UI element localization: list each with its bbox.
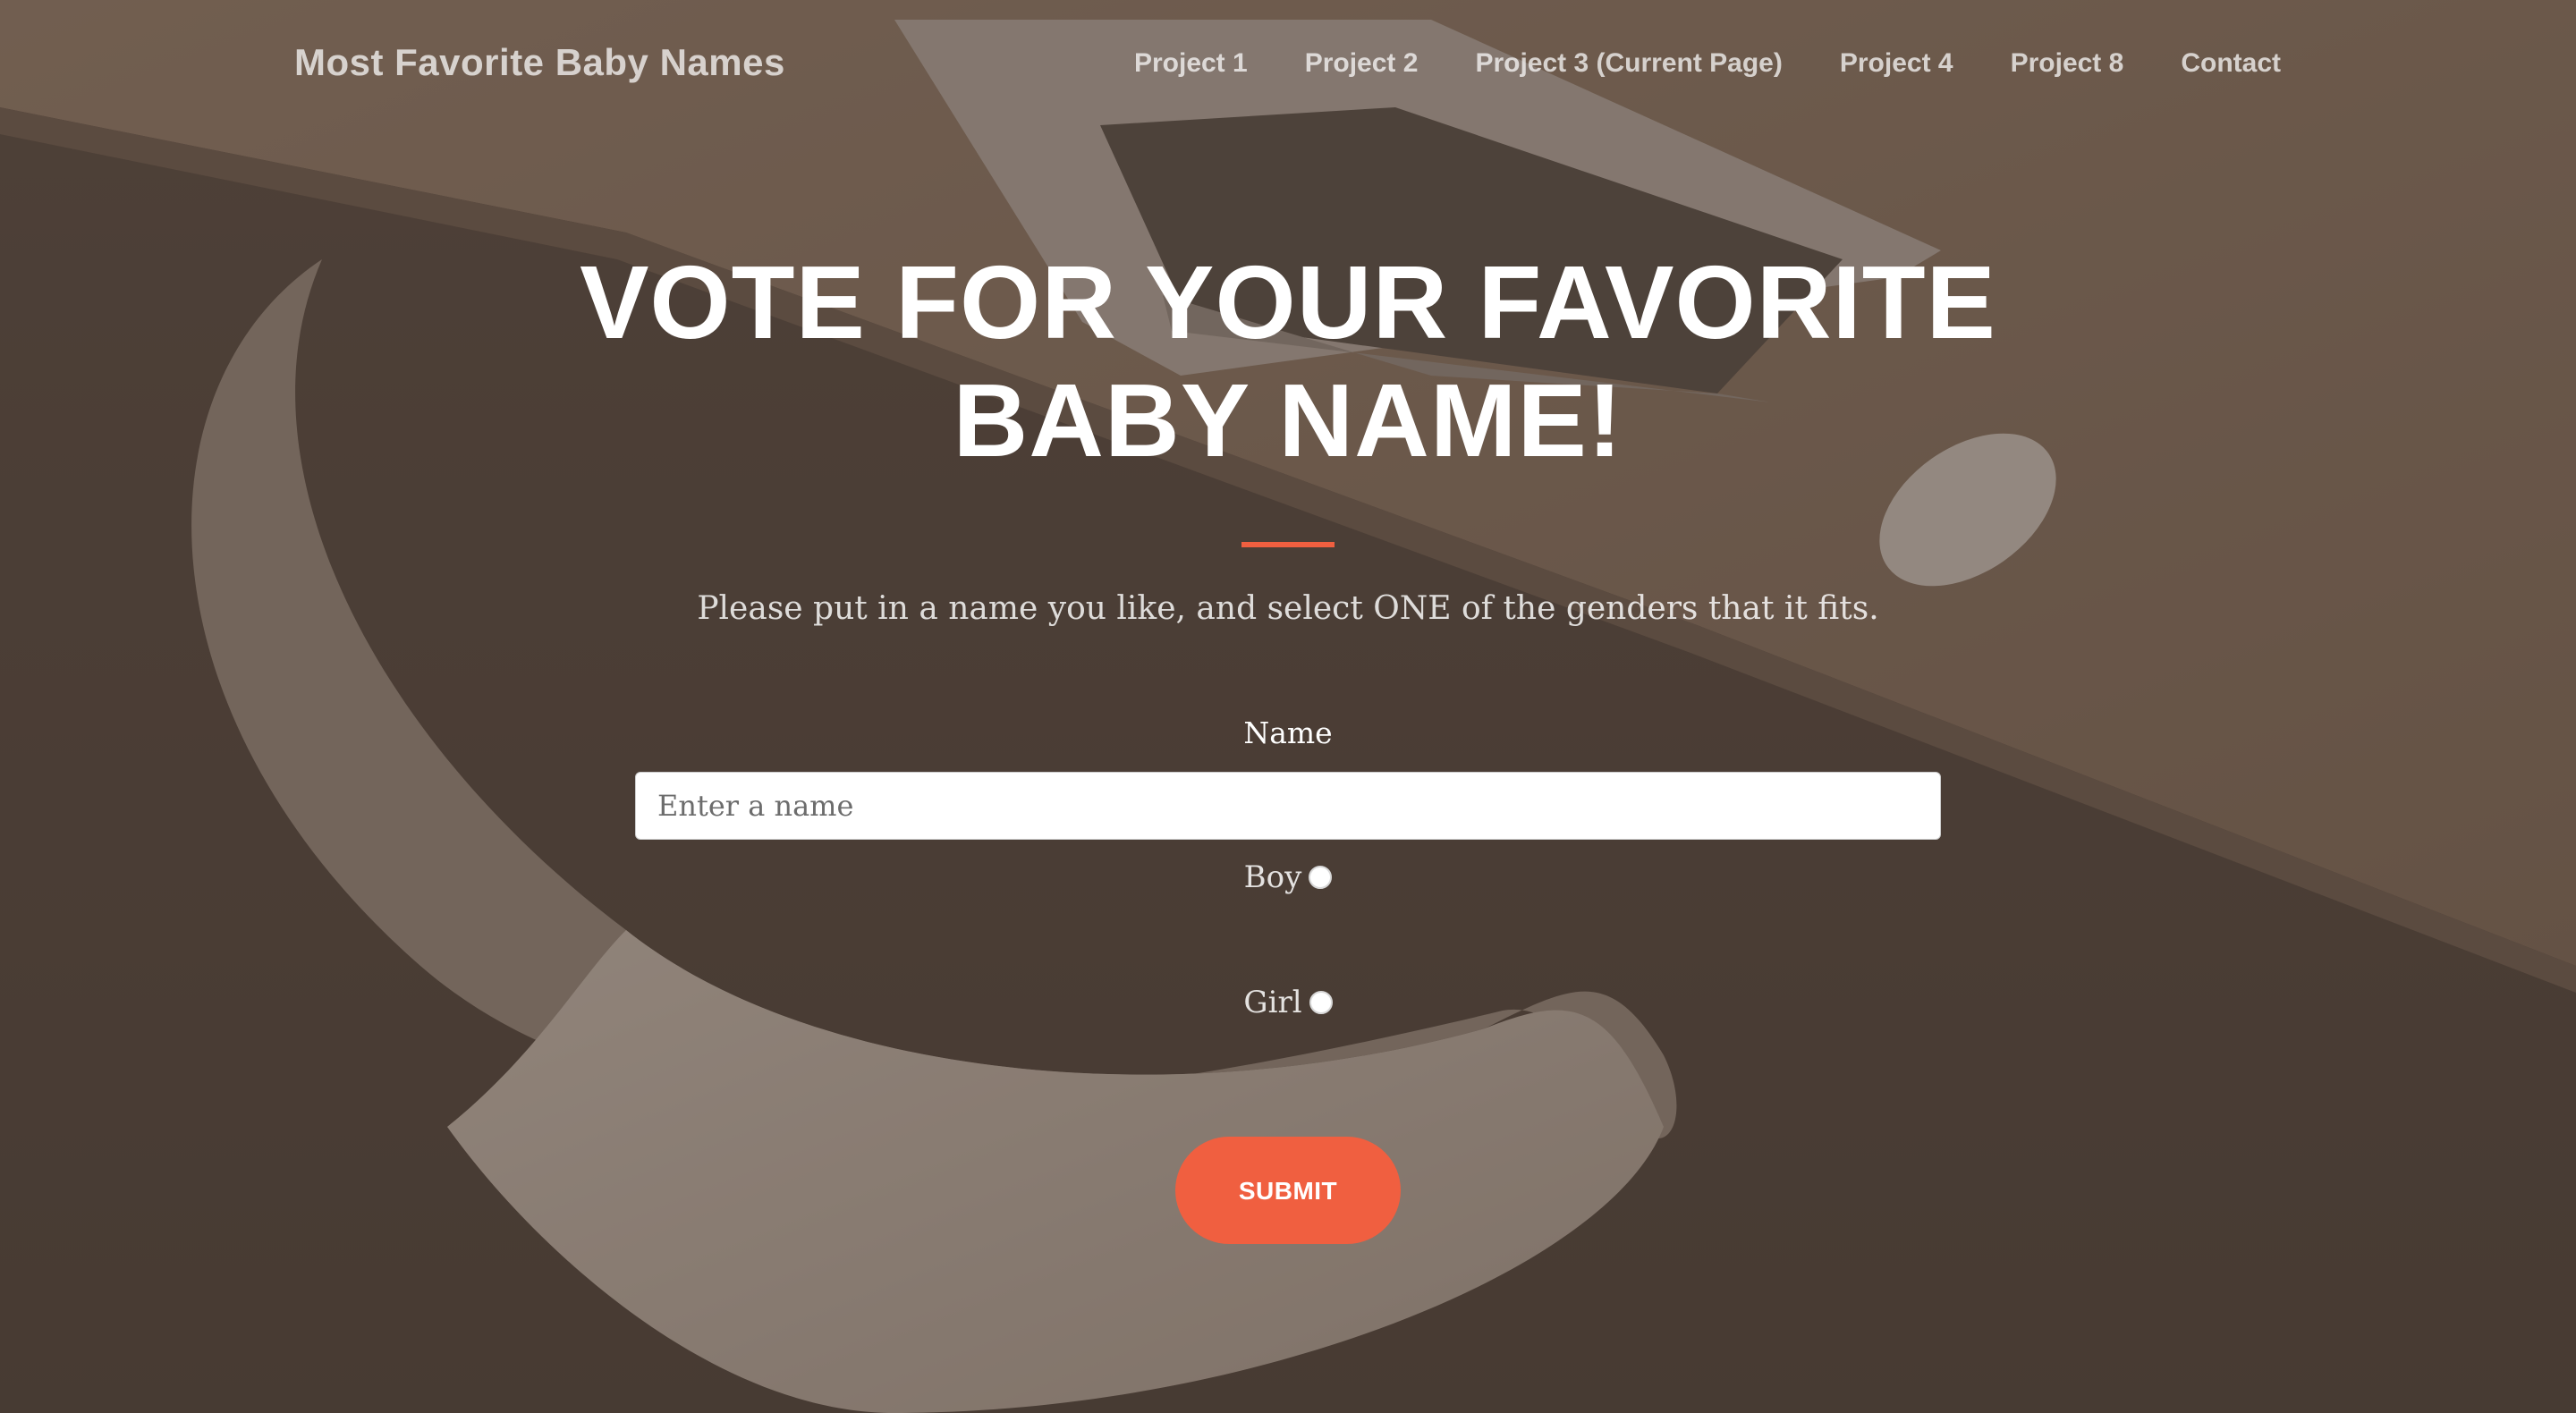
gender-option-girl: Girl	[0, 985, 2576, 1020]
nav-link-project-8[interactable]: Project 8	[2011, 48, 2124, 79]
hero-section: VOTE FOR YOUR FAVORITE BABY NAME! Please…	[0, 243, 2576, 627]
top-navbar: Most Favorite Baby Names Project 1 Proje…	[0, 0, 2576, 131]
brand-link[interactable]: Most Favorite Baby Names	[294, 41, 785, 84]
gender-option-boy: Boy	[0, 859, 2576, 895]
nav-links: Project 1 Project 2 Project 3 (Current P…	[1134, 48, 2281, 79]
vote-form: Name Boy Girl SUBMIT	[0, 715, 2576, 1244]
boy-radio[interactable]	[1309, 866, 1333, 889]
title-divider	[1241, 542, 1335, 547]
nav-link-contact[interactable]: Contact	[2181, 48, 2281, 79]
name-label: Name	[1243, 715, 1333, 750]
submit-button[interactable]: SUBMIT	[1175, 1137, 1401, 1244]
nav-link-project-3[interactable]: Project 3 (Current Page)	[1475, 48, 1782, 79]
page-subtitle: Please put in a name you like, and selec…	[697, 590, 1879, 627]
girl-radio[interactable]	[1309, 991, 1333, 1014]
girl-label: Girl	[1243, 985, 1302, 1020]
nav-link-project-2[interactable]: Project 2	[1305, 48, 1419, 79]
page-title: VOTE FOR YOUR FAVORITE BABY NAME!	[580, 244, 1996, 478]
nav-link-project-4[interactable]: Project 4	[1840, 48, 1953, 79]
name-input[interactable]	[635, 772, 1941, 840]
nav-link-project-1[interactable]: Project 1	[1134, 48, 1248, 79]
boy-label: Boy	[1243, 859, 1302, 895]
